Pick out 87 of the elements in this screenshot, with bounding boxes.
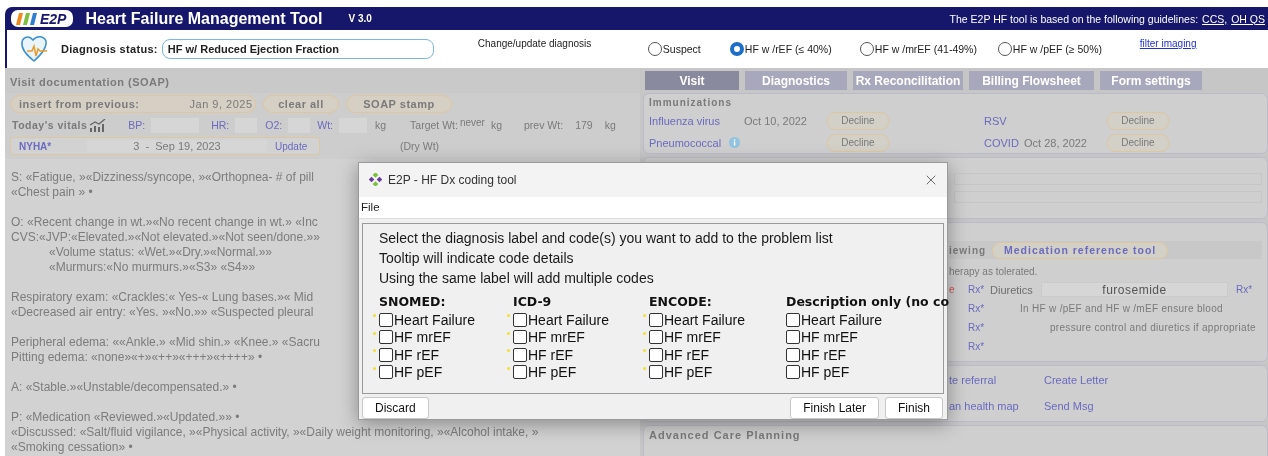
soap-line: «Murmurs:«No murmurs.»«S3» «S4»» (49, 260, 256, 275)
soap-line: Pitting edema: «none»«+»«++»«+++»«++++» • (11, 350, 263, 365)
guidance-text: In HF w /pEF and HF w /mEF ensure blood (1020, 303, 1223, 314)
soap-line: CVS:«JVP:«Elevated.»«Not elevated.»«Not seen/done.»» (11, 230, 320, 245)
logo: E2P (11, 10, 74, 27)
column-heading: ICD-9 (513, 293, 553, 311)
dialog-title: E2P - HF Dx coding tool (388, 172, 517, 187)
checkbox[interactable]: HF pEF (513, 364, 577, 380)
instruction-text: Tooltip will indicate code details (379, 248, 575, 268)
soap-line: O: «Recent change in wt.»«No recent change in wt.» «Inc (11, 215, 318, 230)
unit-label: kg (604, 119, 616, 131)
nyha-label: NYHA* (19, 140, 53, 152)
app-icon (369, 173, 382, 187)
checkbox[interactable]: Heart Failure (649, 311, 745, 328)
radio-button[interactable]: HF w /pEF (≥ 50%) (997, 42, 1140, 56)
guidelines-text: The E2P HF tool is based on the following guidelines: (949, 12, 1199, 25)
drug-class-label: Diuretics (990, 283, 1034, 296)
marker-text: e (949, 284, 955, 295)
radio-button[interactable]: HF w /mrEF (41-49%) (859, 42, 998, 56)
instruction-text: Using the same label will add multiple codes (379, 268, 655, 288)
checkbox[interactable]: HF rEF (379, 346, 440, 363)
drug-field[interactable]: furosemide (1041, 282, 1228, 297)
previous-weight-value: 179 (575, 119, 593, 131)
column-heading: ENCODE: (649, 293, 713, 311)
checkbox[interactable]: HF mrEF (513, 329, 585, 345)
soap-line: «Discussed: «Salt/fluid vigilance, »«Physical activity, »«Daily weight monitoring, »«Alcohol intake, » (11, 425, 539, 440)
unit-label: kg (374, 119, 387, 131)
vitals-label: Today's vitals (12, 119, 88, 131)
checkbox[interactable]: HF mrEF (786, 329, 858, 345)
previous-weight-label: prev Wt: (524, 119, 564, 131)
diagnosis-label: Diagnosis status: (61, 43, 158, 55)
checkbox[interactable]: HF rEF (513, 346, 574, 363)
version-label: V 3.0 (348, 13, 372, 24)
radio-button[interactable]: HF w /rEF (≤ 40%) (729, 42, 860, 56)
vital-label: O2: (265, 119, 283, 131)
section-header: Visit documentation (SOAP) (5, 68, 640, 93)
dry-weight-note: (Dry Wt) (400, 140, 440, 152)
soap-line: Respiratory exam: «Crackles:« Yes-« Lung bases.»« Mid (11, 290, 314, 305)
panel-title: Advanced Care Planning (649, 429, 802, 441)
column-heading: Description only (no co (786, 293, 950, 311)
info-icon (729, 136, 741, 148)
panel-title: Immunizations (649, 97, 733, 108)
vital-label: Wt: (317, 119, 333, 131)
soap-line: S: «Fatigue, »«Dizziness/syncope, »«Orthopnea- # of pill (11, 170, 314, 185)
instruction-text: Select the diagnosis label and code(s) you want to add to the problem list (379, 228, 834, 248)
target-weight-label: Target Wt: (410, 119, 458, 131)
checkbox[interactable]: HF mrEF (379, 329, 451, 345)
finish-button[interactable]: Finish (885, 397, 943, 419)
soap-line: «Decreased air entry: «Yes. »«No.»» «Suspected pleural (11, 305, 314, 320)
checkbox[interactable]: HF pEF (786, 364, 850, 380)
soap-line: «Volume status: «Wet.»«Dry.»«Normal.»» (49, 245, 272, 260)
soap-line: Peripheral edema: ««Ankle.» «Mid shin.» «Knee.» «Sacru (11, 335, 320, 350)
checkbox[interactable]: HF pEF (379, 364, 443, 380)
discard-button[interactable]: Discard (362, 397, 429, 419)
diagnosis-field[interactable]: HF w/ Reduced Ejection Fraction (161, 39, 434, 59)
guideline-link[interactable]: CCS, (1202, 12, 1228, 25)
checkbox[interactable]: Heart Failure (786, 311, 882, 328)
menu-item[interactable]: File (361, 201, 380, 214)
checkbox[interactable]: HF pEF (649, 364, 713, 380)
app-title: Heart Failure Management Tool (85, 9, 323, 28)
note-text: herapy as tolerated. (949, 266, 1039, 279)
checkbox[interactable]: Heart Failure (513, 311, 609, 328)
vaccine-date: Oct 10, 2022 (744, 114, 807, 127)
target-weight-value: never (459, 117, 485, 128)
soap-line: P: «Medication «Reviewed.»«Updated.»» • (11, 410, 240, 425)
trend-chart-icon (89, 118, 107, 132)
vaccine-date: Oct 28, 2022 (1024, 136, 1087, 149)
column-heading: SNOMED: (379, 293, 447, 311)
vital-label: HR: (211, 119, 230, 131)
filter-imaging-link[interactable]: filter imaging (1139, 38, 1197, 49)
checkbox[interactable]: HF mrEF (649, 329, 721, 345)
vital-label: BP: (128, 119, 146, 131)
soap-line: «Smoking cessation» • (11, 440, 133, 455)
change-diagnosis-label: Change/update diagnosis (477, 38, 593, 49)
checkbox[interactable]: HF rEF (786, 346, 847, 363)
heart-icon (19, 33, 49, 65)
radio-button[interactable]: Suspect (647, 42, 730, 56)
checkbox[interactable]: Heart Failure (379, 311, 475, 328)
soap-line: «Chest pain » • (11, 185, 93, 200)
checkbox[interactable]: HF rEF (649, 346, 710, 363)
section-heading: iewing (949, 244, 987, 256)
guideline-link[interactable]: OH QS (1231, 12, 1265, 25)
guidance-text: pressure control and diuretics if appropriate (1050, 322, 1256, 333)
unit-label: kg (490, 119, 503, 131)
finish-later-button[interactable]: Finish Later (790, 397, 879, 419)
soap-line: A: «Stable.»«Unstable/decompensated.» • (11, 380, 237, 395)
nyha-value: 3 - Sep 19, 2023 (87, 140, 267, 152)
